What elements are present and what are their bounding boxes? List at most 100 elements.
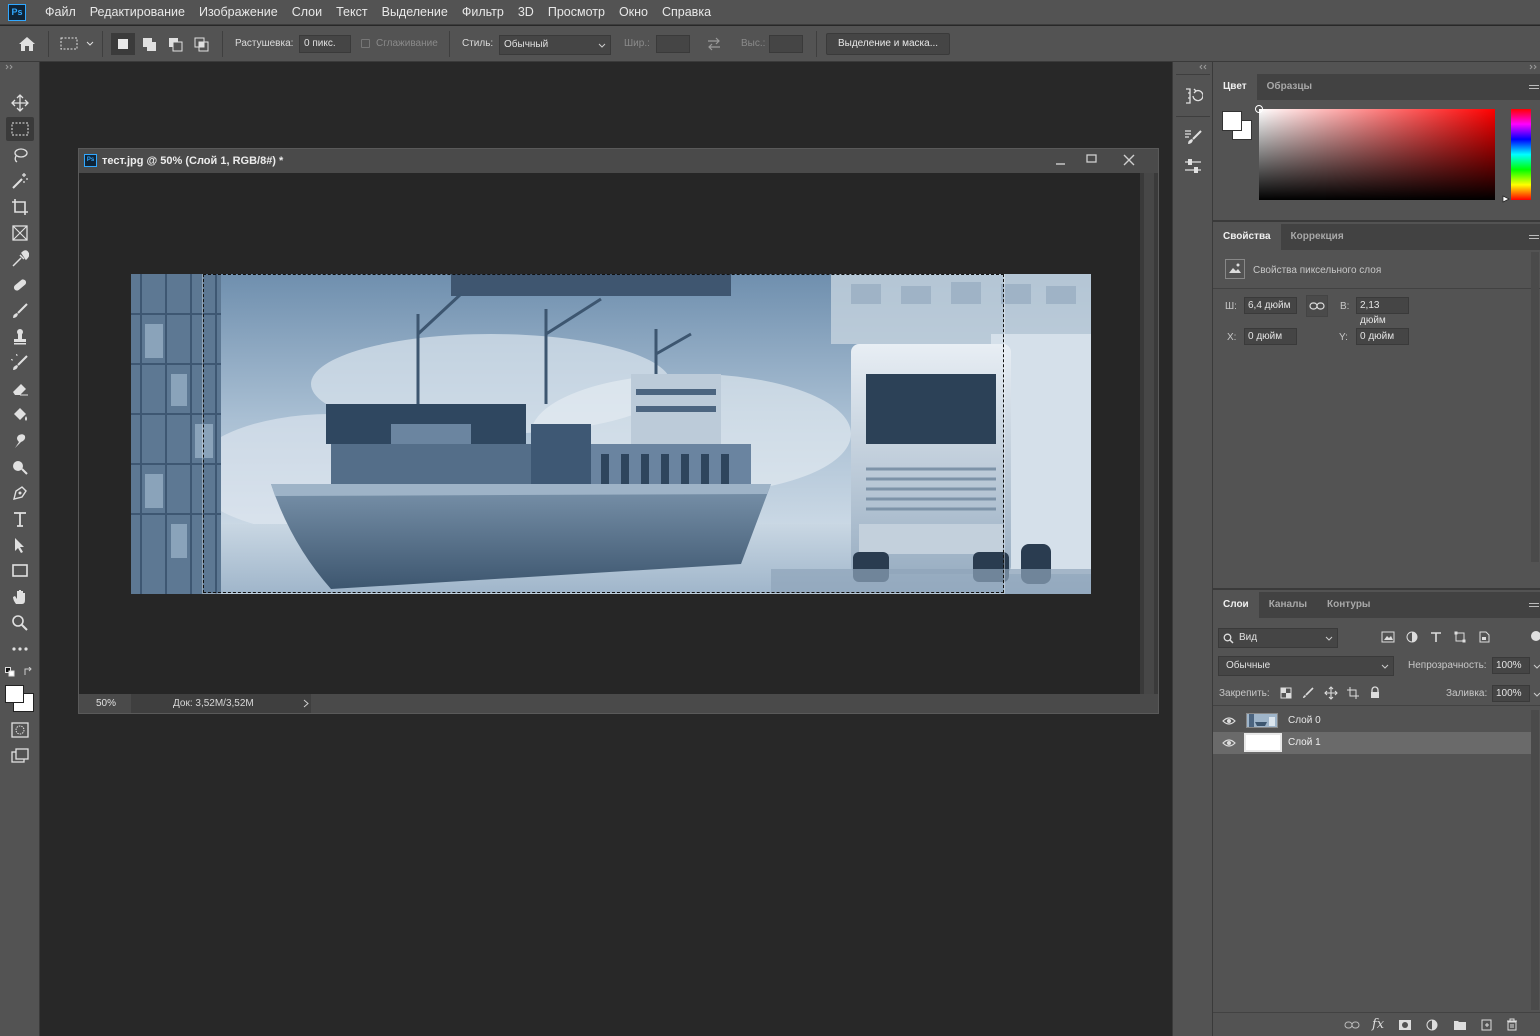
- properties-scrollbar[interactable]: [1531, 252, 1539, 562]
- layer-width-input[interactable]: 6,4 дюйм: [1244, 297, 1297, 314]
- brush-tool-icon[interactable]: [6, 299, 34, 323]
- menu-file[interactable]: Файл: [38, 0, 83, 25]
- pen-tool-icon[interactable]: [6, 481, 34, 505]
- eye-icon[interactable]: [1222, 716, 1236, 726]
- width-input[interactable]: [656, 35, 690, 53]
- filter-pixel-icon[interactable]: [1381, 631, 1395, 643]
- swap-dimensions-icon[interactable]: [706, 37, 722, 51]
- menu-edit[interactable]: Редактирование: [83, 0, 192, 25]
- link-layers-icon[interactable]: [1344, 1019, 1360, 1031]
- layer-x-input[interactable]: 0 дюйм: [1244, 328, 1297, 345]
- menu-layer[interactable]: Слои: [285, 0, 329, 25]
- collapse-toolbar-icon[interactable]: [5, 64, 15, 70]
- hue-slider[interactable]: [1511, 109, 1531, 200]
- panel-menu-icon[interactable]: [1529, 601, 1539, 609]
- default-colors-icon[interactable]: [5, 667, 15, 677]
- document-canvas[interactable]: [131, 274, 1091, 594]
- quick-mask-icon[interactable]: [6, 718, 34, 742]
- paint-bucket-tool-icon[interactable]: [6, 403, 34, 427]
- delete-layer-icon[interactable]: [1506, 1018, 1518, 1031]
- canvas-area[interactable]: [79, 173, 1140, 694]
- move-tool-icon[interactable]: [6, 91, 34, 115]
- path-selection-tool-icon[interactable]: [6, 533, 34, 557]
- add-to-selection-icon[interactable]: [139, 33, 161, 55]
- adjustments-sliders-icon[interactable]: [1183, 157, 1203, 175]
- menu-image[interactable]: Изображение: [192, 0, 285, 25]
- dodge-tool-icon[interactable]: [6, 455, 34, 479]
- healing-brush-tool-icon[interactable]: [6, 273, 34, 297]
- screen-mode-icon[interactable]: [6, 744, 34, 768]
- filter-shape-icon[interactable]: [1454, 631, 1466, 643]
- color-picker-cursor[interactable]: [1255, 105, 1263, 113]
- new-group-icon[interactable]: [1453, 1019, 1467, 1031]
- tab-swatches[interactable]: Образцы: [1257, 74, 1322, 100]
- collapse-panels-icon[interactable]: [1529, 64, 1539, 70]
- history-brush-tool-icon[interactable]: [6, 351, 34, 375]
- tab-color[interactable]: Цвет: [1213, 74, 1257, 100]
- tab-channels[interactable]: Каналы: [1259, 592, 1317, 618]
- eyedropper-tool-icon[interactable]: [6, 247, 34, 271]
- vertical-scrollbar[interactable]: [1140, 173, 1158, 694]
- layer-filter-select[interactable]: Вид: [1218, 628, 1338, 648]
- menu-select[interactable]: Выделение: [375, 0, 455, 25]
- collapse-dock-icon[interactable]: [1199, 64, 1209, 70]
- eye-icon[interactable]: [1222, 738, 1236, 748]
- layer-name[interactable]: Слой 1: [1288, 737, 1321, 748]
- fill-input[interactable]: 100%: [1492, 685, 1530, 702]
- link-dimensions-icon[interactable]: [1306, 295, 1328, 317]
- layer-name[interactable]: Слой 0: [1288, 715, 1321, 726]
- lock-all-icon[interactable]: [1369, 686, 1381, 699]
- blend-mode-select[interactable]: Обычные: [1218, 656, 1394, 676]
- home-icon[interactable]: [18, 36, 36, 52]
- layer-style-fx-icon[interactable]: fx: [1372, 1017, 1384, 1032]
- eraser-tool-icon[interactable]: [6, 377, 34, 401]
- clone-stamp-tool-icon[interactable]: [6, 325, 34, 349]
- history-panel-icon[interactable]: [1183, 86, 1203, 106]
- hand-tool-icon[interactable]: [6, 585, 34, 609]
- menu-view[interactable]: Просмотр: [541, 0, 612, 25]
- height-input[interactable]: [769, 35, 803, 53]
- marquee-selection[interactable]: [203, 274, 1004, 593]
- lock-position-icon[interactable]: [1324, 686, 1338, 700]
- filter-type-icon[interactable]: [1430, 631, 1442, 643]
- intersect-selection-icon[interactable]: [191, 33, 213, 55]
- tab-paths[interactable]: Контуры: [1317, 592, 1380, 618]
- crop-tool-icon[interactable]: [6, 195, 34, 219]
- filter-toggle-icon[interactable]: [1531, 631, 1540, 641]
- maximize-icon[interactable]: [1086, 154, 1098, 164]
- more-tools-icon[interactable]: [6, 637, 34, 661]
- menu-3d[interactable]: 3D: [511, 0, 541, 25]
- layer-row-selected[interactable]: Слой 1: [1213, 732, 1531, 754]
- tab-layers[interactable]: Слои: [1213, 592, 1259, 618]
- add-mask-icon[interactable]: [1398, 1019, 1412, 1031]
- new-layer-icon[interactable]: [1480, 1018, 1493, 1031]
- doc-info-box[interactable]: Док: 3,52M/3,52M: [131, 694, 311, 713]
- filter-smart-object-icon[interactable]: [1478, 631, 1490, 643]
- tab-adjustments[interactable]: Коррекция: [1281, 224, 1354, 250]
- lock-pixels-icon[interactable]: [1302, 687, 1314, 699]
- layer-y-input[interactable]: 0 дюйм: [1356, 328, 1409, 345]
- scroll-thumb[interactable]: [1144, 173, 1154, 694]
- brush-settings-icon[interactable]: [1183, 128, 1203, 146]
- hue-slider-handle[interactable]: [1502, 195, 1510, 203]
- rectangle-tool-icon[interactable]: [6, 559, 34, 583]
- menu-type[interactable]: Текст: [329, 0, 374, 25]
- swap-colors-icon[interactable]: [23, 667, 33, 677]
- zoom-tool-icon[interactable]: [6, 611, 34, 635]
- menu-help[interactable]: Справка: [655, 0, 718, 25]
- layer-row[interactable]: Слой 0: [1213, 710, 1531, 732]
- marquee-preset-icon[interactable]: [60, 37, 96, 51]
- layers-scrollbar[interactable]: [1531, 710, 1539, 1010]
- opacity-input[interactable]: 100%: [1492, 657, 1530, 674]
- rectangular-marquee-tool-icon[interactable]: [6, 117, 34, 141]
- type-tool-icon[interactable]: [6, 507, 34, 531]
- select-and-mask-button[interactable]: Выделение и маска...: [826, 33, 950, 55]
- menu-window[interactable]: Окно: [612, 0, 655, 25]
- zoom-level[interactable]: 50%: [96, 698, 116, 709]
- foreground-color-swatch[interactable]: [5, 685, 24, 703]
- menu-filter[interactable]: Фильтр: [455, 0, 511, 25]
- smudge-tool-icon[interactable]: [6, 429, 34, 453]
- close-icon[interactable]: [1123, 154, 1135, 166]
- filter-adjustment-icon[interactable]: [1406, 631, 1418, 643]
- panel-menu-icon[interactable]: [1529, 233, 1539, 241]
